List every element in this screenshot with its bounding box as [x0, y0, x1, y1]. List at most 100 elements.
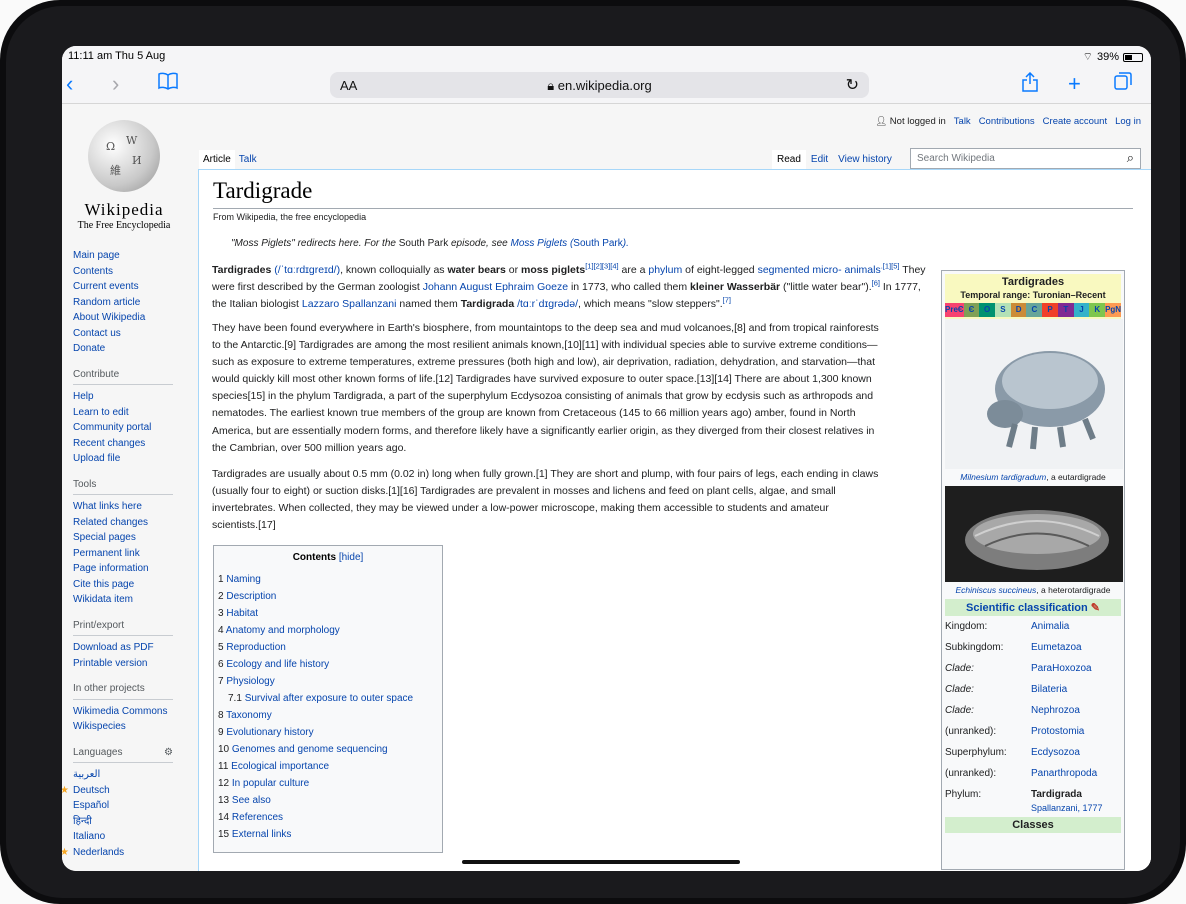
sidebar-item-donate[interactable]: Donate [73, 341, 193, 357]
toc-item[interactable]: 12 In popular culture [218, 775, 438, 792]
sidebar-item-random-article[interactable]: Random article [73, 295, 193, 311]
forward-icon[interactable]: › [112, 72, 119, 96]
sidebar-item-special-pages[interactable]: Special pages [73, 530, 193, 546]
home-indicator[interactable] [462, 860, 740, 864]
back-icon[interactable]: ‹ [66, 72, 73, 96]
personal-tools: 👤︎ Not logged in Talk Contributions Crea… [875, 116, 1141, 127]
status-time: 11:11 am Thu 5 Aug [68, 50, 166, 62]
battery-icon [1123, 52, 1143, 62]
geologic-period[interactable]: K [1089, 303, 1106, 317]
sidebar-item-download-pdf[interactable]: Download as PDF [73, 640, 193, 656]
intro-paragraph-2: They have been found everywhere in Earth… [212, 322, 879, 454]
login-link[interactable]: Log in [1115, 116, 1141, 127]
toc-item[interactable]: 7.1 Survival after exposure to outer spa… [218, 690, 438, 707]
toc-item[interactable]: 2 Description [218, 588, 438, 605]
sidebar-heading-print: Print/export [73, 618, 173, 636]
sidebar-item-lang-espanol[interactable]: Español [73, 798, 193, 814]
moss-piglets-link[interactable]: Moss Piglets (South Park). [510, 238, 628, 249]
new-tab-icon[interactable]: + [1068, 72, 1081, 96]
geologic-period[interactable]: C [1026, 303, 1043, 317]
tab-article[interactable]: Article [199, 150, 235, 171]
sidebar-item-about[interactable]: About Wikipedia [73, 310, 193, 326]
sidebar-item-wikidata-item[interactable]: Wikidata item [73, 592, 193, 608]
sidebar-item-current-events[interactable]: Current events [73, 279, 193, 295]
toc-item[interactable]: 5 Reproduction [218, 639, 438, 656]
geologic-period[interactable]: P [1042, 303, 1058, 317]
classification-row: (unranked): Panarthropoda [945, 768, 1098, 779]
sidebar-item-lang-deutsch[interactable]: ★ Deutsch [62, 783, 193, 799]
sidebar-item-wikispecies[interactable]: Wikispecies [73, 719, 193, 735]
sidebar-item-permanent-link[interactable]: Permanent link [73, 546, 193, 562]
not-logged-in: 👤︎ Not logged in [875, 116, 946, 127]
search-icon[interactable]: ⌕ [1127, 150, 1134, 166]
geologic-period[interactable]: PgN [1105, 303, 1122, 317]
geologic-period[interactable]: PreЄ [945, 303, 964, 317]
sidebar-item-help[interactable]: Help [73, 389, 193, 405]
bookmarks-icon[interactable] [158, 72, 178, 96]
sidebar-item-page-information[interactable]: Page information [73, 561, 193, 577]
infobox-title: Tardigrades [1001, 276, 1065, 288]
toc-item[interactable]: 4 Anatomy and morphology [218, 622, 438, 639]
geologic-timeline[interactable]: PreЄ Є O S D C P T J K PgN [945, 303, 1122, 317]
contributions-link[interactable]: Contributions [979, 116, 1035, 127]
tab-talk[interactable]: Talk [234, 150, 261, 171]
talk-link[interactable]: Talk [954, 116, 971, 127]
tabs-icon[interactable] [1114, 72, 1132, 96]
sidebar-item-lang-italiano[interactable]: Italiano [73, 829, 193, 845]
sidebar-item-lang-hindi[interactable]: हिन्दी [73, 814, 193, 830]
sidebar-item-related-changes[interactable]: Related changes [73, 515, 193, 531]
toc-hide-toggle[interactable]: [hide] [339, 552, 363, 563]
toc-title: Contents [hide] [292, 552, 364, 563]
safari-toolbar: ‹ › AA 🔒︎ en.wikipedia.org ↻ + [62, 66, 1151, 104]
echiniscus-image[interactable] [945, 486, 1123, 582]
geologic-period[interactable]: J [1073, 303, 1090, 317]
toc-item[interactable]: 8 Taxonomy [218, 707, 438, 724]
toc-item[interactable]: 14 References [218, 809, 438, 826]
search-input[interactable]: Search Wikipedia ⌕ [910, 148, 1141, 169]
reload-icon[interactable]: ↻ [846, 75, 859, 95]
sidebar-item-contact[interactable]: Contact us [73, 326, 193, 342]
geologic-period[interactable]: T [1057, 303, 1074, 317]
address-bar[interactable]: AA 🔒︎ en.wikipedia.org ↻ [330, 72, 869, 98]
tab-read[interactable]: Read [772, 150, 806, 170]
sidebar-item-contents[interactable]: Contents [73, 264, 193, 280]
toc-item[interactable]: 11 Ecological importance [218, 758, 438, 775]
classification-row: Kingdom: Animalia [945, 621, 1070, 632]
toc-item[interactable]: 3 Habitat [218, 605, 438, 622]
star-icon: ★ [62, 784, 69, 796]
classification-row: Clade: Bilateria [945, 684, 1068, 695]
sidebar-item-lang-arabic[interactable]: العربية [73, 767, 193, 783]
toc-item[interactable]: 7 Physiology [218, 673, 438, 690]
geologic-period[interactable]: S [995, 303, 1011, 317]
create-account-link[interactable]: Create account [1043, 116, 1107, 127]
geologic-period[interactable]: O [979, 303, 996, 317]
sidebar-item-learn-to-edit[interactable]: Learn to edit [73, 405, 193, 421]
sidebar-heading-languages: Languages ⚙ [73, 745, 173, 763]
sidebar-item-main-page[interactable]: Main page [73, 248, 193, 264]
share-icon[interactable] [1022, 71, 1038, 98]
sidebar-item-lang-nederlands[interactable]: ★ Nederlands [62, 845, 193, 861]
toc-item[interactable]: 10 Genomes and genome sequencing [218, 741, 438, 758]
geologic-period[interactable]: D [1010, 303, 1027, 317]
wikipedia-logo[interactable]: Ω W И 維 Wikipedia The Free Encyclopedia [74, 120, 174, 231]
sidebar-item-what-links-here[interactable]: What links here [73, 499, 193, 515]
toc-item[interactable]: 6 Ecology and life history [218, 656, 438, 673]
toc-item[interactable]: 13 See also [218, 792, 438, 809]
tab-edit[interactable]: Edit [806, 150, 833, 170]
battery-percent: 39% [1096, 51, 1119, 63]
geologic-period[interactable]: Є [963, 303, 980, 317]
sidebar-item-wikimedia-commons[interactable]: Wikimedia Commons [73, 704, 193, 720]
classification-row: (unranked): Protostomia [945, 726, 1085, 737]
sidebar-item-cite-this-page[interactable]: Cite this page [73, 577, 193, 593]
sidebar-item-community-portal[interactable]: Community portal [73, 420, 193, 436]
edit-pencil-icon[interactable]: ✎ [1091, 602, 1100, 614]
toc-item[interactable]: 9 Evolutionary history [218, 724, 438, 741]
tab-view-history[interactable]: View history [833, 150, 897, 170]
sidebar-item-upload-file[interactable]: Upload file [73, 451, 193, 467]
toc-item[interactable]: 1 Naming [218, 571, 438, 588]
sidebar-item-printable-version[interactable]: Printable version [73, 656, 193, 672]
gear-icon[interactable]: ⚙ [164, 745, 173, 761]
milnesium-image[interactable] [945, 319, 1123, 469]
sidebar-item-recent-changes[interactable]: Recent changes [73, 436, 193, 452]
toc-item[interactable]: 15 External links [218, 826, 438, 843]
